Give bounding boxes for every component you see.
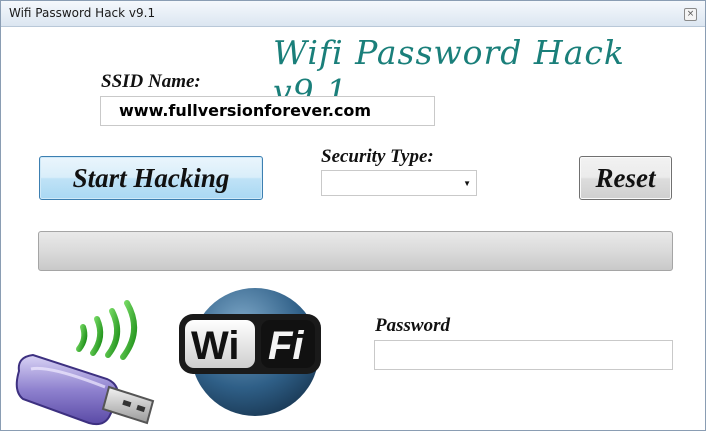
security-type-label: Security Type: bbox=[321, 146, 434, 167]
wifi-logo-text-left: Wi bbox=[191, 324, 240, 368]
wifi-logo-text-right: Fi bbox=[268, 324, 304, 368]
app-window: Wifi Password Hack v9.1 × Wifi Password … bbox=[0, 0, 706, 431]
password-label: Password bbox=[375, 315, 450, 336]
window-title: Wifi Password Hack v9.1 bbox=[9, 6, 156, 20]
title-bar[interactable]: Wifi Password Hack v9.1 × bbox=[1, 1, 705, 27]
usb-wifi-adapter-icon bbox=[15, 300, 155, 426]
progress-bar bbox=[38, 231, 673, 271]
reset-button[interactable]: Reset bbox=[579, 156, 672, 200]
close-icon[interactable]: × bbox=[684, 8, 697, 21]
wifi-logo-icon: Wi Fi bbox=[179, 288, 321, 416]
start-hacking-button[interactable]: Start Hacking bbox=[39, 156, 263, 200]
password-field[interactable] bbox=[374, 340, 673, 370]
security-type-select[interactable]: ▼ bbox=[321, 170, 477, 196]
ssid-label: SSID Name: bbox=[101, 71, 201, 92]
chevron-down-icon[interactable]: ▼ bbox=[463, 179, 471, 188]
ssid-input[interactable]: www.fullversionforever.com bbox=[100, 96, 435, 126]
